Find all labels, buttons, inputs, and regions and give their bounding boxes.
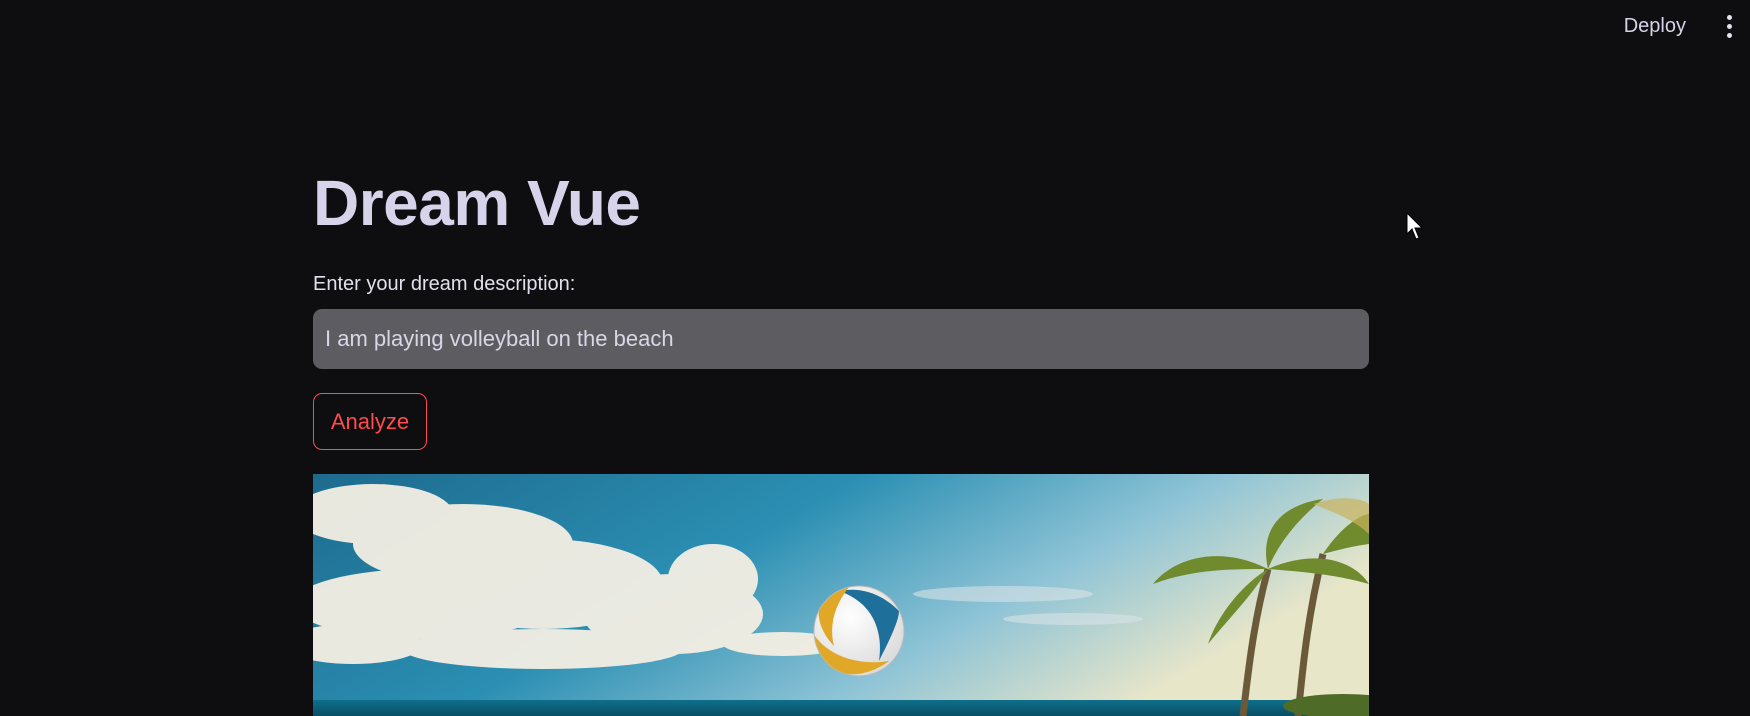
volleyball-icon [813,585,905,677]
analyze-button[interactable]: Analyze [313,393,427,450]
page-title: Dream Vue [313,167,641,239]
dream-description-input[interactable] [313,309,1369,369]
kebab-menu-icon[interactable] [1716,13,1742,39]
dream-description-label: Enter your dream description: [313,273,576,295]
top-bar: Deploy [0,0,1750,54]
generated-dream-image [313,474,1369,716]
deploy-button[interactable]: Deploy [1614,12,1696,41]
mouse-cursor-icon [1406,212,1424,240]
